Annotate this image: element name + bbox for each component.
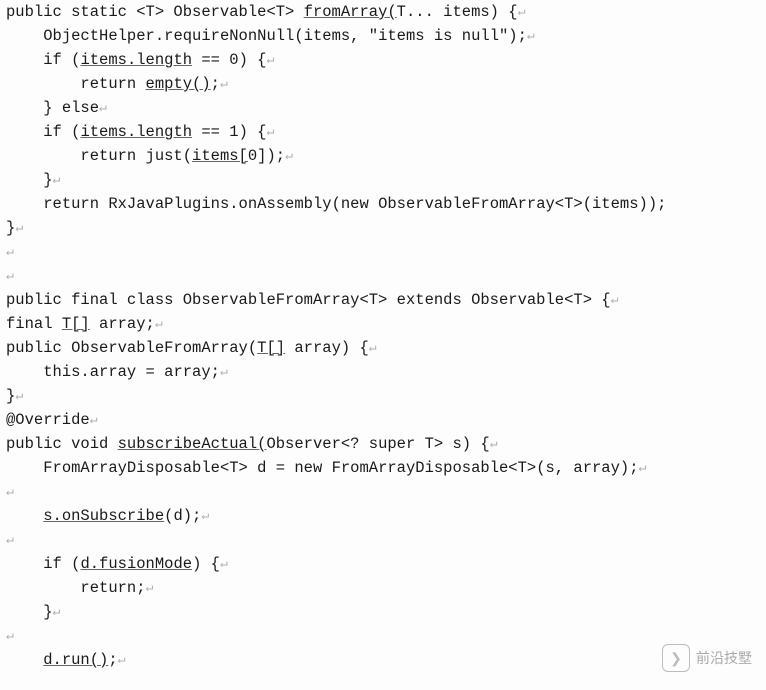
code-line: if (d.fusionMode) {↵	[6, 552, 760, 576]
code-line: d.run();↵	[6, 648, 760, 672]
newline-icon: ↵	[285, 148, 293, 163]
newline-icon: ↵	[266, 52, 274, 67]
code-line: this.array = array;↵	[6, 360, 760, 384]
code-line: @Override↵	[6, 408, 760, 432]
code-line: FromArrayDisposable<T> d = new FromArray…	[6, 456, 760, 480]
newline-icon: ↵	[15, 388, 23, 403]
newline-icon: ↵	[15, 220, 23, 235]
code-line: return RxJavaPlugins.onAssembly(new Obse…	[6, 192, 760, 216]
newline-icon: ↵	[220, 556, 228, 571]
newline-icon: ↵	[6, 268, 14, 283]
code-line: } else↵	[6, 96, 760, 120]
newline-icon: ↵	[6, 532, 14, 547]
code-line: ↵	[6, 264, 760, 288]
code-line: ↵	[6, 528, 760, 552]
watermark: ❯ 前沿技墅	[662, 644, 752, 672]
code-line: ↵	[6, 240, 760, 264]
newline-icon: ↵	[6, 484, 14, 499]
newline-icon: ↵	[369, 340, 377, 355]
newline-icon: ↵	[90, 412, 98, 427]
newline-icon: ↵	[6, 244, 14, 259]
newline-icon: ↵	[220, 364, 228, 379]
code-line: public final class ObservableFromArray<T…	[6, 288, 760, 312]
code-line: ObjectHelper.requireNonNull(items, "item…	[6, 24, 760, 48]
code-line: return just(items[0]);↵	[6, 144, 760, 168]
code-block: public static <T> Observable<T> fromArra…	[0, 0, 766, 672]
newline-icon: ↵	[146, 580, 154, 595]
code-line: public ObservableFromArray(T[] array) {↵	[6, 336, 760, 360]
code-line: }↵	[6, 216, 760, 240]
newline-icon: ↵	[99, 100, 107, 115]
newline-icon: ↵	[155, 316, 163, 331]
newline-icon: ↵	[6, 628, 14, 643]
code-line: ↵	[6, 624, 760, 648]
code-line: if (items.length == 0) {↵	[6, 48, 760, 72]
code-line: }↵	[6, 600, 760, 624]
code-line: }↵	[6, 168, 760, 192]
newline-icon: ↵	[527, 28, 535, 43]
newline-icon: ↵	[118, 652, 126, 667]
newline-icon: ↵	[201, 508, 209, 523]
newline-icon: ↵	[220, 76, 228, 91]
watermark-text: 前沿技墅	[696, 646, 752, 670]
code-line: if (items.length == 1) {↵	[6, 120, 760, 144]
code-line: ↵	[6, 480, 760, 504]
newline-icon: ↵	[490, 436, 498, 451]
newline-icon: ↵	[518, 4, 526, 19]
code-line: return;↵	[6, 576, 760, 600]
newline-icon: ↵	[611, 292, 619, 307]
code-line: }↵	[6, 384, 760, 408]
watermark-logo-icon: ❯	[662, 644, 690, 672]
code-line: final T[] array;↵	[6, 312, 760, 336]
newline-icon: ↵	[53, 172, 61, 187]
code-line: public static <T> Observable<T> fromArra…	[6, 0, 760, 24]
code-line: public void subscribeActual(Observer<? s…	[6, 432, 760, 456]
newline-icon: ↵	[53, 604, 61, 619]
code-line: s.onSubscribe(d);↵	[6, 504, 760, 528]
code-line: return empty();↵	[6, 72, 760, 96]
newline-icon: ↵	[266, 124, 274, 139]
newline-icon: ↵	[639, 460, 647, 475]
